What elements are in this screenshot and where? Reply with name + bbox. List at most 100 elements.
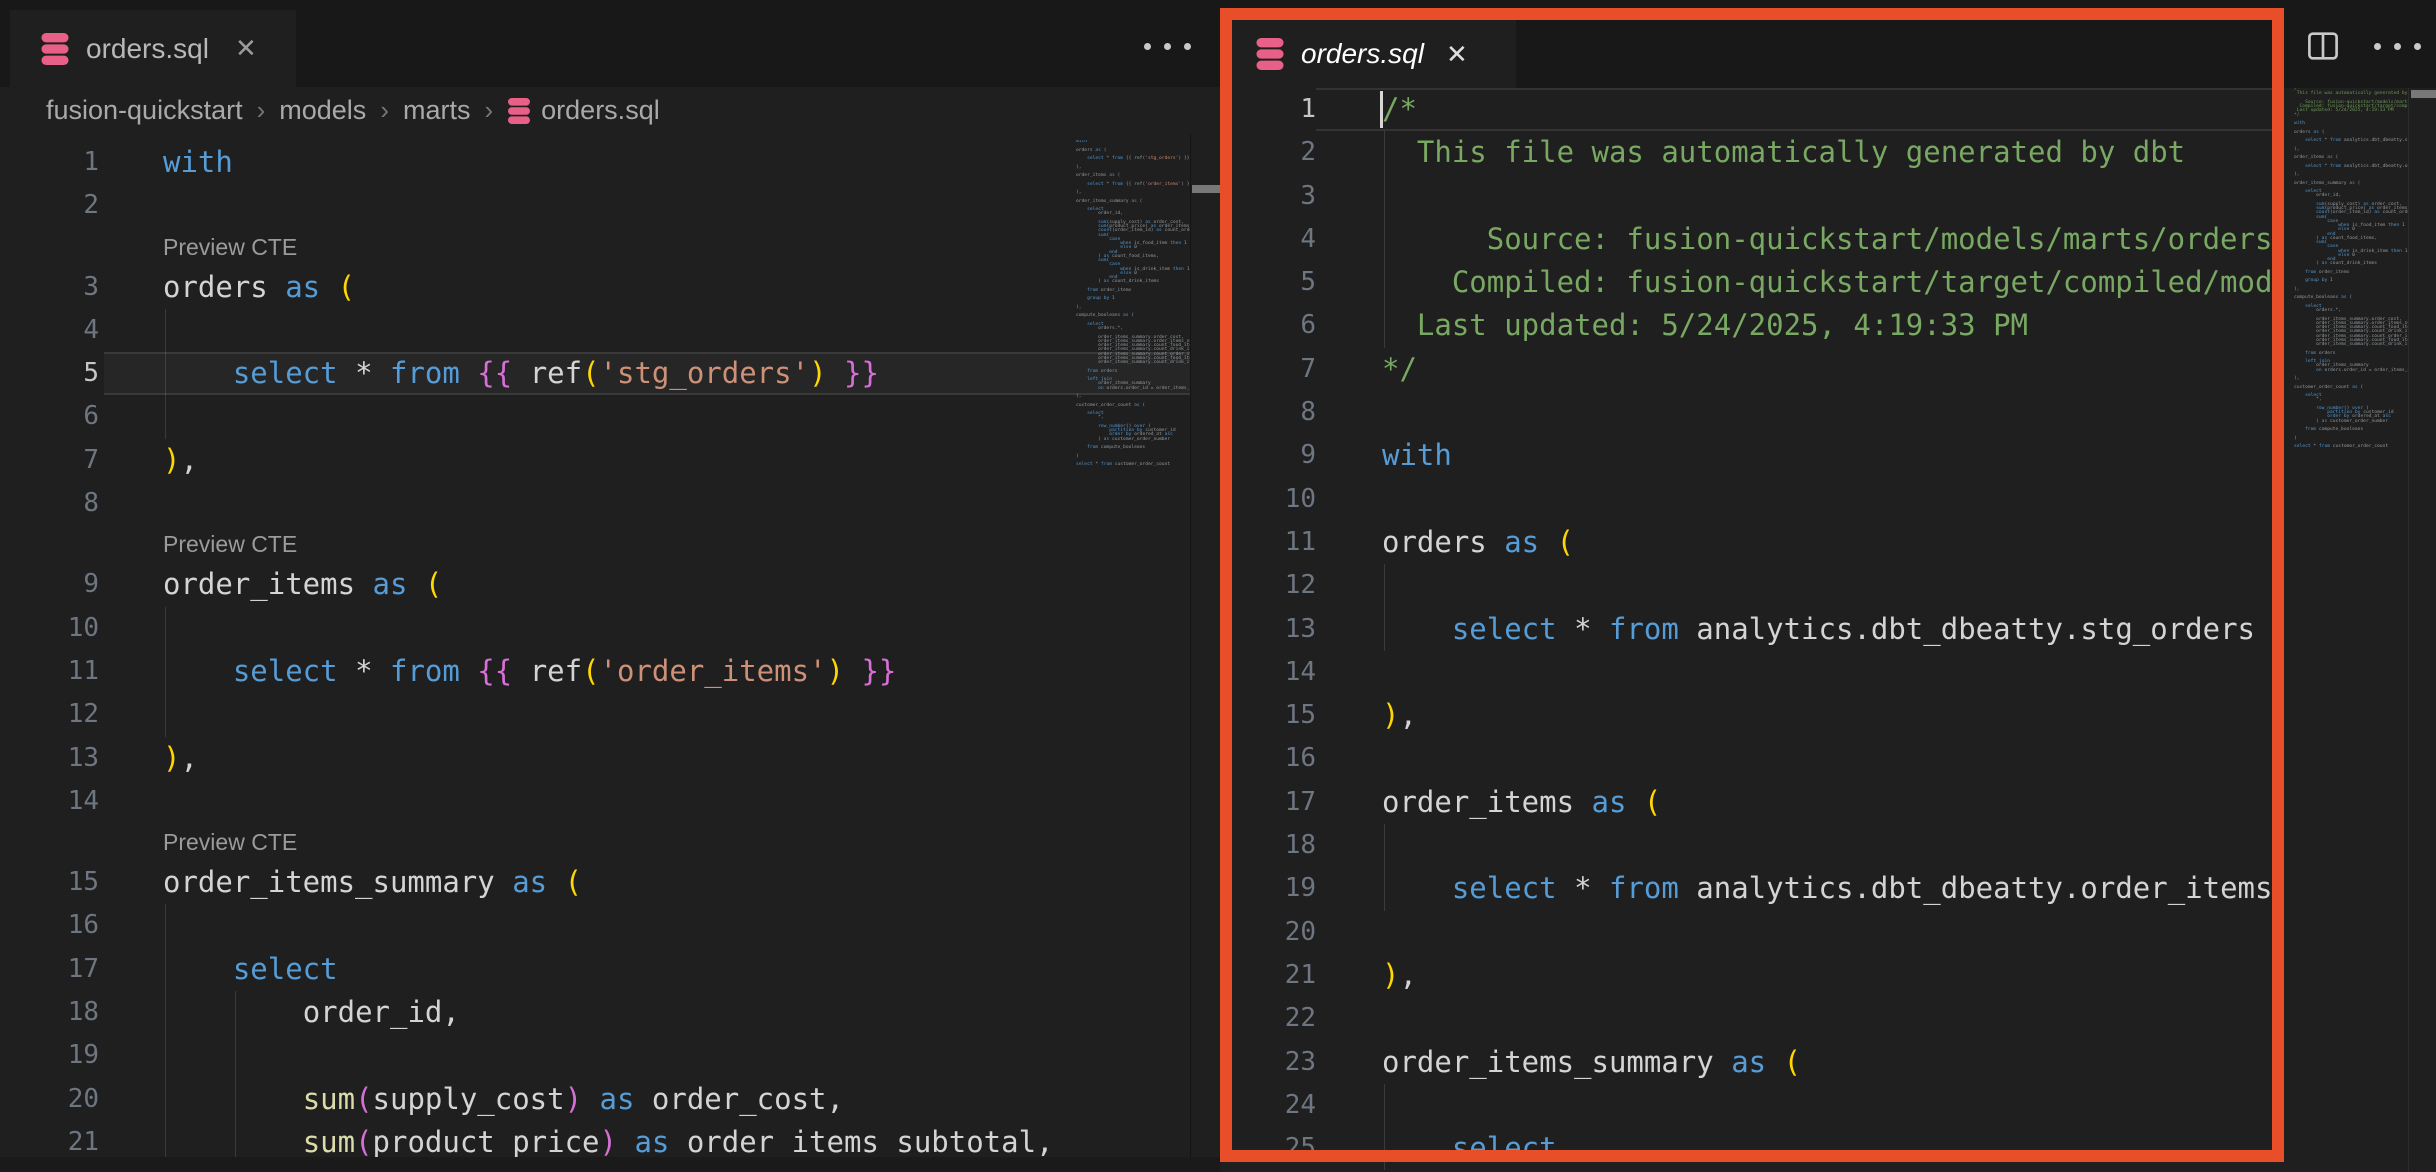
code-line[interactable]: 1/* — [1232, 88, 2284, 131]
indent-guide — [1384, 824, 1385, 867]
left-tab-bar: orders.sql ✕ — [0, 0, 1220, 87]
code-line[interactable]: 11 select * from {{ ref('order_items') }… — [0, 650, 1190, 693]
code-line[interactable]: 15), — [1232, 694, 2284, 737]
code-line[interactable]: 9with — [1232, 434, 2284, 477]
line-number: 1 — [1232, 88, 1316, 131]
indent-guide — [165, 607, 166, 650]
code-line[interactable]: 20 — [1232, 911, 2284, 954]
right-minimap[interactable]: /* This file was automatically generated… — [2294, 88, 2408, 458]
indent-guide — [235, 1034, 236, 1077]
code-line[interactable]: 16 — [0, 904, 1190, 947]
code-line[interactable]: 2 — [0, 184, 1190, 227]
code-line[interactable]: 4 Source: fusion-quickstart/models/marts… — [1232, 218, 2284, 261]
code-line[interactable]: 4 — [0, 309, 1190, 352]
line-number: 21 — [1232, 954, 1316, 997]
indent-guide — [165, 395, 166, 438]
indent-guide — [165, 904, 166, 947]
code-line[interactable]: 22 — [1232, 997, 2284, 1040]
tab-orders-sql-right[interactable]: orders.sql ✕ — [1228, 20, 1516, 88]
tab-orders-sql-left[interactable]: orders.sql ✕ — [10, 10, 296, 87]
line-number: 3 — [0, 266, 99, 309]
code-line[interactable]: 9order_items as ( — [0, 563, 1190, 606]
code-line[interactable]: 17 select — [0, 948, 1190, 991]
line-number: 12 — [1232, 564, 1316, 607]
code-line[interactable]: 8 — [1232, 391, 2284, 434]
line-number: 10 — [0, 607, 99, 650]
code-line[interactable]: 1with — [0, 141, 1190, 184]
minimap-line: select * from analytics.dbt_dbeatty.orde… — [2294, 165, 2408, 169]
more-actions-icon[interactable] — [2368, 37, 2427, 56]
code-line[interactable]: 19 select * from analytics.dbt_dbeatty.o… — [1232, 867, 2284, 910]
code-line[interactable]: 5 select * from {{ ref('stg_orders') }} — [0, 352, 1190, 395]
code-line[interactable]: 17order_items as ( — [1232, 781, 2284, 824]
code-line[interactable]: 12 — [0, 693, 1190, 736]
tab-label: orders.sql — [86, 33, 209, 65]
code-line[interactable]: 6 — [0, 395, 1190, 438]
close-icon[interactable]: ✕ — [1446, 39, 1468, 70]
code-line[interactable]: 2 This file was automatically generated … — [1232, 131, 2284, 174]
code-line[interactable]: 5 Compiled: fusion-quickstart/target/com… — [1232, 261, 2284, 304]
codelens-preview-cte[interactable]: Preview CTE — [0, 525, 1190, 563]
codelens-preview-cte[interactable]: Preview CTE — [0, 228, 1190, 266]
line-number: 2 — [1232, 131, 1316, 174]
indent-guide — [1384, 1084, 1385, 1127]
code-line[interactable]: 24 — [1232, 1084, 2284, 1127]
more-actions-icon[interactable] — [1138, 37, 1197, 56]
right-overview-ruler[interactable] — [2408, 88, 2436, 1172]
codelens-preview-cte[interactable]: Preview CTE — [0, 823, 1190, 861]
split-editor-icon[interactable] — [2306, 29, 2340, 63]
line-number: 14 — [1232, 651, 1316, 694]
cursor-position-marker — [2411, 90, 2436, 98]
code-line[interactable]: 10 — [0, 607, 1190, 650]
code-line[interactable]: 10 — [1232, 478, 2284, 521]
minimap-line: on orders.order_id = order_items_summary… — [1076, 387, 1190, 391]
code-line[interactable]: 16 — [1232, 737, 2284, 780]
code-line[interactable]: 12 — [1232, 564, 2284, 607]
line-number: 7 — [1232, 348, 1316, 391]
code-line[interactable]: 15order_items_summary as ( — [0, 861, 1190, 904]
vscode-window: orders.sql ✕ fusion-quickstart›models›ma… — [0, 0, 2436, 1172]
line-number: 14 — [0, 780, 99, 823]
code-line[interactable]: 14 — [0, 780, 1190, 823]
line-number: 15 — [1232, 694, 1316, 737]
code-line[interactable]: 20 sum(supply_cost) as order_cost, — [0, 1078, 1190, 1121]
left-overview-ruler[interactable] — [1190, 134, 1221, 1172]
line-number: 18 — [1232, 824, 1316, 867]
minimap-line: order_items_summary.count_drink_items > … — [2294, 343, 2408, 347]
close-icon[interactable]: ✕ — [235, 33, 257, 64]
line-number: 10 — [1232, 478, 1316, 521]
indent-guide — [165, 693, 166, 736]
code-line[interactable]: 13 select * from analytics.dbt_dbeatty.s… — [1232, 608, 2284, 651]
code-line[interactable]: 7*/ — [1232, 348, 2284, 391]
code-line[interactable]: 25 select — [1232, 1127, 2284, 1170]
code-line[interactable]: 13), — [0, 737, 1190, 780]
breadcrumb-item[interactable]: marts — [403, 95, 471, 126]
code-line[interactable]: 14 — [1232, 651, 2284, 694]
breadcrumb-file[interactable]: orders.sql — [507, 95, 660, 126]
code-line[interactable]: 3orders as ( — [0, 266, 1190, 309]
line-number: 11 — [0, 650, 99, 693]
left-minimap[interactable]: withorders as ( select * from {{ ref('st… — [1076, 140, 1190, 480]
code-line[interactable]: 18 order_id, — [0, 991, 1190, 1034]
code-line[interactable]: 23order_items_summary as ( — [1232, 1041, 2284, 1084]
right-editor[interactable]: 1/*2 This file was automatically generat… — [1232, 88, 2284, 1172]
code-line[interactable]: 7), — [0, 439, 1190, 482]
line-number: 3 — [1232, 175, 1316, 218]
minimap-line: select * from customer_order_count — [2294, 445, 2408, 449]
code-line[interactable]: 21), — [1232, 954, 2284, 997]
line-number: 19 — [1232, 867, 1316, 910]
code-line[interactable]: 3 — [1232, 175, 2284, 218]
breadcrumb-item[interactable]: fusion-quickstart — [46, 95, 243, 126]
code-line[interactable]: 18 — [1232, 824, 2284, 867]
code-line[interactable]: 19 — [0, 1034, 1190, 1077]
breadcrumb-item[interactable]: models — [279, 95, 366, 126]
minimap-line: select * from analytics.dbt_dbeatty.stg_… — [2294, 139, 2408, 143]
chevron-right-icon: › — [484, 95, 493, 126]
code-line[interactable]: 11orders as ( — [1232, 521, 2284, 564]
indent-guide — [165, 309, 166, 352]
line-number: 2 — [0, 184, 99, 227]
code-line[interactable]: 8 — [0, 482, 1190, 525]
code-line[interactable]: 6 Last updated: 5/24/2025, 4:19:33 PM — [1232, 304, 2284, 347]
breadcrumb-file-label: orders.sql — [541, 95, 660, 126]
left-editor[interactable]: 1with2Preview CTE3orders as (45 select *… — [0, 134, 1190, 1172]
